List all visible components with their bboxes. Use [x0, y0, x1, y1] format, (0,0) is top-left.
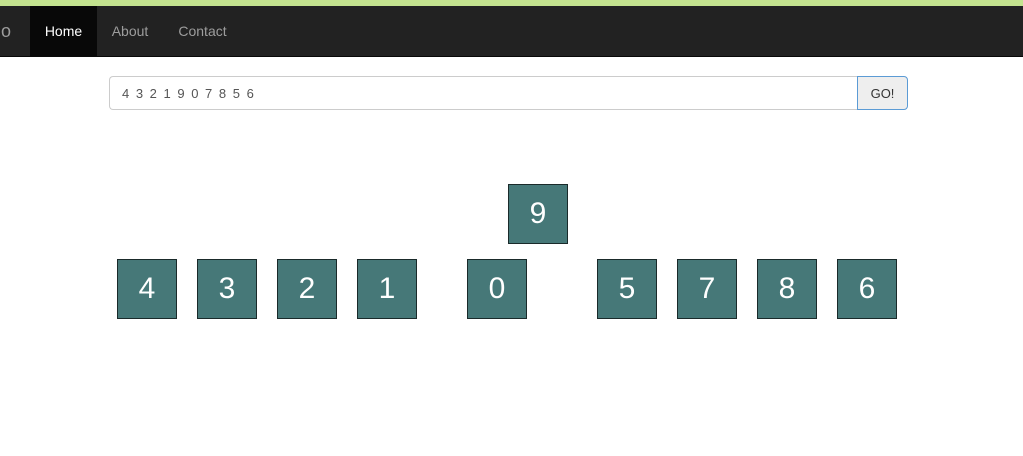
tile: 7	[677, 259, 737, 319]
tile: 4	[117, 259, 177, 319]
sequence-input[interactable]	[109, 76, 857, 110]
navbar: no Home About Contact	[0, 6, 1023, 57]
nav-contact[interactable]: Contact	[163, 6, 242, 56]
tile-top: 9	[508, 184, 568, 244]
tile: 0	[467, 259, 527, 319]
tile: 2	[277, 259, 337, 319]
nav-about[interactable]: About	[97, 6, 163, 56]
go-button[interactable]: GO!	[857, 76, 908, 110]
tile: 3	[197, 259, 257, 319]
nav-home[interactable]: Home	[30, 6, 97, 56]
brand-link[interactable]: no	[0, 6, 11, 56]
tile: 1	[357, 259, 417, 319]
tile: 5	[597, 259, 657, 319]
tile: 6	[837, 259, 897, 319]
tile: 8	[757, 259, 817, 319]
